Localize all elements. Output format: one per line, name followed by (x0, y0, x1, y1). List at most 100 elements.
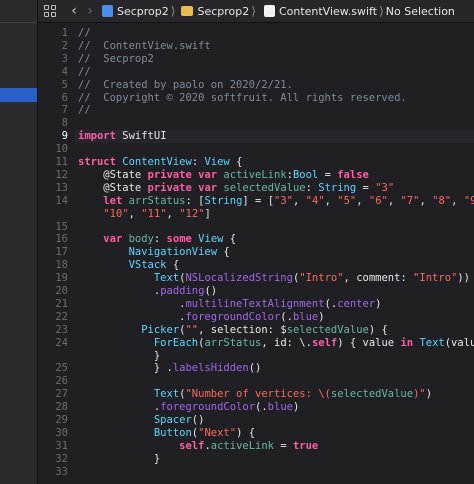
code-token: private var (147, 181, 218, 194)
breadcrumb-selection-label: No Selection (385, 4, 455, 18)
line-number: 7 (61, 104, 68, 117)
code-token: Text (153, 388, 180, 401)
code-line[interactable]: 31 self.activeLink = true (38, 440, 474, 453)
code-line[interactable]: } (38, 350, 474, 363)
code-token: ) (375, 297, 382, 310)
line-number: 13 (55, 181, 68, 194)
code-line[interactable]: 6 // Copyright © 2020 softfruit. All righ… (38, 92, 474, 105)
code-token: ForEach (153, 336, 199, 349)
code-token: , (451, 194, 464, 207)
forward-chevron-icon[interactable]: › (84, 3, 96, 19)
code-text: "10", "11", "12"] (78, 208, 211, 221)
breadcrumb-folder[interactable]: Secprop2 (177, 5, 249, 18)
code-line[interactable]: 21 .multilineTextAlignment(.center) (38, 298, 474, 311)
code-line[interactable]: 20 .padding() (38, 285, 474, 298)
navigator-sidebar[interactable] (0, 0, 38, 484)
line-number: 2 (61, 39, 68, 52)
code-token: padding (160, 285, 205, 297)
line-number: 22 (55, 310, 68, 323)
breadcrumb-separator: ⟩ (170, 4, 176, 18)
breadcrumb-file[interactable]: ContentView.swift (258, 5, 377, 18)
code-line[interactable]: 16 var body: some View { (38, 233, 474, 246)
code-token: "Intro" (413, 272, 458, 285)
sidebar-selected-item[interactable] (0, 88, 37, 102)
breadcrumb-project[interactable]: Secprop2 (96, 5, 169, 18)
breadcrumb-selection[interactable]: No Selection (386, 5, 455, 18)
code-line[interactable]: 3 // Secprop2 (38, 53, 474, 66)
code-line[interactable]: 13 @State private var selectedValue: Str… (38, 182, 474, 195)
code-token: : [ (185, 194, 205, 207)
code-line[interactable]: 14 let arrStatus: [String] = ["3", "4", … (38, 195, 474, 208)
code-line[interactable]: 7 // (38, 104, 474, 117)
code-line[interactable]: 22 .foregroundColor(.blue) (38, 311, 474, 324)
related-items-grid-icon[interactable] (44, 5, 56, 17)
code-token: () (204, 285, 218, 297)
code-text: } (78, 350, 160, 363)
code-token: import (78, 130, 116, 143)
line-number: 30 (55, 426, 68, 439)
code-token: , (166, 207, 180, 220)
code-line[interactable]: 26 (38, 375, 474, 388)
code-text: .multilineTextAlignment(.center) (78, 298, 381, 311)
code-token: Bool (292, 168, 319, 181)
code-line[interactable]: 29 Spacer() (38, 414, 474, 427)
code-line[interactable]: 18 VStack { (38, 259, 474, 272)
code-line[interactable]: 2 // ContentView.swift (38, 40, 474, 53)
code-token: String (318, 181, 357, 194)
code-line[interactable]: 30 Button("Next") { (38, 427, 474, 440)
code-token: SwiftUI (115, 130, 167, 143)
code-token: View (198, 233, 224, 246)
jump-bar: ‹ › Secprop2 ⟩ Secprop2 ⟩ ContentView.sw… (38, 0, 474, 23)
code-line[interactable]: "10", "11", "12"] (38, 208, 474, 221)
code-line[interactable]: 33 (38, 466, 474, 479)
code-text: } .labelsHidden() (78, 362, 262, 375)
line-number: 16 (55, 233, 68, 246)
code-line[interactable]: 10 (38, 143, 474, 156)
code-token: false (337, 168, 369, 181)
code-line[interactable]: 28 .foregroundColor(.blue) (38, 401, 474, 414)
code-line[interactable]: 1 // (38, 27, 474, 40)
code-line[interactable]: 27 Text("Number of vertices: \(selectedV… (38, 388, 474, 401)
code-token: "5" (337, 194, 357, 207)
code-line[interactable]: 17 NavigationView { (38, 246, 474, 259)
code-line[interactable]: 8 (38, 117, 474, 130)
code-token: // ContentView.swift (78, 39, 211, 52)
code-line[interactable]: 11 struct ContentView: View { (38, 156, 474, 169)
code-line[interactable]: 9 import SwiftUI (38, 130, 474, 143)
code-token: , (324, 194, 338, 207)
code-line[interactable]: 25 } .labelsHidden() (38, 362, 474, 375)
code-token: some (166, 233, 192, 246)
code-line[interactable]: 12 @State private var activeLink:Bool = … (38, 169, 474, 182)
code-text: let arrStatus: [String] = ["3", "4", "5"… (78, 195, 474, 208)
line-number: 28 (55, 401, 68, 414)
source-editor[interactable]: 1//2 // ContentView.swift 3// Secprop2 4//5… (38, 23, 474, 484)
code-token: . (78, 297, 186, 310)
code-line[interactable]: 5 // Created by paolo on 2020/2/21. (38, 79, 474, 92)
code-line[interactable]: 23 Picker("", selection: $selectedValue)… (38, 324, 474, 337)
code-line[interactable]: 24 ForEach(arrStatus, id: \.self) { valu… (38, 337, 474, 350)
line-number: 18 (55, 259, 68, 272)
code-line[interactable]: 15 (38, 221, 474, 234)
code-token: "4" (305, 194, 325, 207)
code-text: } (78, 453, 160, 466)
line-number: 8 (61, 117, 68, 130)
code-token: = (318, 168, 338, 181)
code-token: blue (292, 310, 319, 323)
code-line[interactable]: 4 // (38, 66, 474, 79)
code-token: "11" (141, 207, 167, 220)
code-token: (. (324, 297, 338, 310)
code-token: . (78, 285, 161, 297)
code-token: . (78, 401, 161, 414)
code-token: "3" (375, 181, 395, 194)
code-token: , id: \. (261, 336, 312, 349)
code-token: , (387, 194, 401, 207)
code-text: Button("Next") { (78, 427, 255, 440)
code-line[interactable]: 32 } (38, 453, 474, 466)
code-line[interactable]: 19 Text(NSLocalizedString("Intro", comme… (38, 272, 474, 285)
line-number: 20 (55, 285, 68, 297)
code-token: "Intro" (299, 272, 344, 285)
back-chevron-icon[interactable]: ‹ (68, 3, 80, 19)
